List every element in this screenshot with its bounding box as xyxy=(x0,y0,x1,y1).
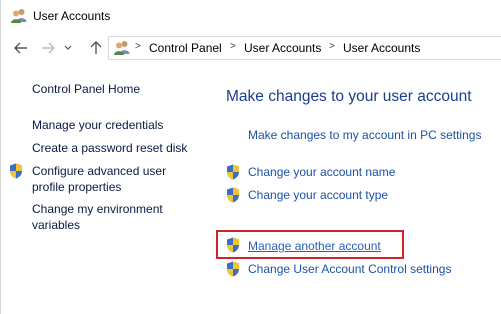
breadcrumb-separator[interactable]: > xyxy=(329,41,335,52)
page-heading: Make changes to your user account xyxy=(226,88,472,105)
sidebar-item-manage-credentials[interactable]: Manage your credentials xyxy=(32,117,163,133)
recent-locations-button[interactable] xyxy=(61,36,75,60)
forward-button[interactable] xyxy=(37,36,59,60)
arrow-right-icon xyxy=(41,42,55,54)
up-button[interactable] xyxy=(85,36,107,60)
arrow-up-icon xyxy=(90,41,102,55)
chevron-down-icon xyxy=(64,45,72,51)
uac-shield-icon xyxy=(9,163,23,179)
change-account-name-link[interactable]: Change your account name xyxy=(248,165,395,179)
highlight-box xyxy=(216,230,404,259)
breadcrumb-user-accounts[interactable]: User Accounts xyxy=(244,41,321,55)
uac-shield-icon xyxy=(226,187,240,203)
breadcrumb-user-accounts-current[interactable]: User Accounts xyxy=(343,41,420,55)
breadcrumb-control-panel[interactable]: Control Panel xyxy=(149,41,222,55)
title-bar: User Accounts xyxy=(1,0,501,32)
sidebar-item-advanced-profile[interactable]: Configure advanced user profile properti… xyxy=(32,163,202,195)
pc-settings-link[interactable]: Make changes to my account in PC setting… xyxy=(248,128,481,142)
user-accounts-icon xyxy=(113,40,131,56)
breadcrumb-separator[interactable]: > xyxy=(135,41,141,52)
sidebar-item-environment-variables[interactable]: Change my environment variables xyxy=(32,201,202,233)
navigation-bar: > Control Panel > User Accounts > User A… xyxy=(1,36,501,62)
user-accounts-icon xyxy=(10,8,28,24)
arrow-left-icon xyxy=(14,42,28,54)
user-accounts-window: User Accounts > Control Panel > User Acc… xyxy=(0,0,501,314)
change-account-type-link[interactable]: Change your account type xyxy=(248,188,388,202)
address-bar[interactable]: > Control Panel > User Accounts > User A… xyxy=(108,36,501,60)
sidebar: Control Panel Home Manage your credentia… xyxy=(1,62,206,314)
sidebar-item-control-panel-home[interactable]: Control Panel Home xyxy=(32,81,140,97)
uac-shield-icon xyxy=(226,164,240,180)
back-button[interactable] xyxy=(10,36,32,60)
uac-settings-link[interactable]: Change User Account Control settings xyxy=(248,262,451,276)
window-title: User Accounts xyxy=(33,9,111,23)
uac-shield-icon xyxy=(226,261,240,277)
breadcrumb-separator[interactable]: > xyxy=(230,41,236,52)
main-content: Make changes to your user account Make c… xyxy=(206,62,501,314)
sidebar-item-password-reset-disk[interactable]: Create a password reset disk xyxy=(32,140,187,156)
